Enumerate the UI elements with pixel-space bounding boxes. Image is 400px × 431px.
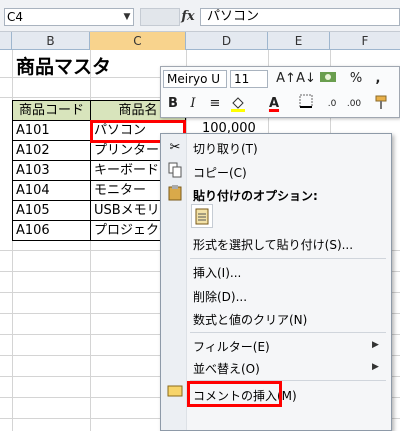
formula-bar-divider [140, 8, 180, 26]
menu-separator [190, 332, 386, 333]
format-painter-icon[interactable] [372, 94, 392, 114]
table-header-code[interactable]: 商品コード [12, 100, 91, 121]
menu-item-cut[interactable]: 切り取り(T) [193, 140, 258, 157]
font-size-box[interactable]: 11 [230, 70, 268, 88]
bold-icon[interactable]: B [163, 94, 183, 114]
scissors-icon: ✂ [169, 140, 181, 155]
cell-code[interactable]: A102 [12, 140, 91, 161]
cell-code[interactable]: A101 [12, 120, 91, 141]
menu-item-filter[interactable]: フィルター(E) [193, 338, 270, 355]
column-header-e[interactable]: E [268, 32, 330, 50]
insert-comment-highlight [187, 381, 282, 407]
menu-separator [190, 258, 386, 259]
copy-icon [166, 162, 184, 180]
cell-code[interactable]: A105 [12, 200, 91, 221]
sheet-title: 商品マスタ [16, 56, 112, 78]
menu-item-sort[interactable]: 並べ替え(O) [193, 360, 260, 377]
paste-options-label: 貼り付けのオプション: [193, 189, 318, 203]
cell-code[interactable]: A106 [12, 220, 91, 241]
column-header-b[interactable]: B [12, 32, 90, 50]
currency-icon[interactable] [318, 69, 338, 89]
decrease-decimal-icon[interactable]: .00 [344, 94, 364, 114]
increase-decimal-icon[interactable]: .0 [322, 94, 342, 114]
borders-icon[interactable] [296, 94, 316, 114]
column-header-d[interactable]: D [186, 32, 268, 50]
cell-code[interactable]: A104 [12, 180, 91, 201]
menu-item-clear[interactable]: 数式と値のクリア(N) [193, 311, 307, 328]
name-box[interactable]: C4 [4, 8, 134, 26]
insert-function-icon[interactable]: fx [178, 8, 198, 26]
submenu-arrow-icon: ▶ [372, 362, 379, 372]
menu-item-insert[interactable]: 挿入(I)... [193, 264, 241, 281]
select-all-corner[interactable] [0, 32, 12, 50]
decrease-font-icon[interactable]: A↓ [296, 69, 316, 89]
column-header-c[interactable]: C [90, 32, 186, 50]
fill-color-icon[interactable] [228, 94, 248, 114]
font-color-icon[interactable]: A [264, 94, 284, 114]
comma-style-icon[interactable]: , [368, 69, 388, 89]
column-header-f[interactable]: F [330, 32, 400, 50]
formula-input[interactable]: パソコン [200, 8, 400, 26]
name-box-dropdown-icon[interactable]: ▼ [120, 8, 134, 26]
percent-icon[interactable]: % [346, 69, 366, 89]
cell-code[interactable]: A103 [12, 160, 91, 181]
menu-item-delete[interactable]: 削除(D)... [193, 288, 247, 305]
italic-icon[interactable]: I [183, 94, 203, 114]
font-name-box[interactable]: Meiryo U [163, 70, 227, 88]
clipboard-icon [166, 185, 184, 203]
submenu-arrow-icon: ▶ [372, 340, 379, 350]
align-center-icon[interactable]: ≡ [205, 94, 225, 114]
increase-font-icon[interactable]: A↑ [276, 69, 296, 89]
paste-option-button[interactable] [191, 204, 213, 228]
comment-icon [166, 385, 184, 403]
menu-item-paste-special[interactable]: 形式を選択して貼り付け(S)... [193, 236, 353, 253]
menu-item-copy[interactable]: コピー(C) [193, 164, 247, 181]
